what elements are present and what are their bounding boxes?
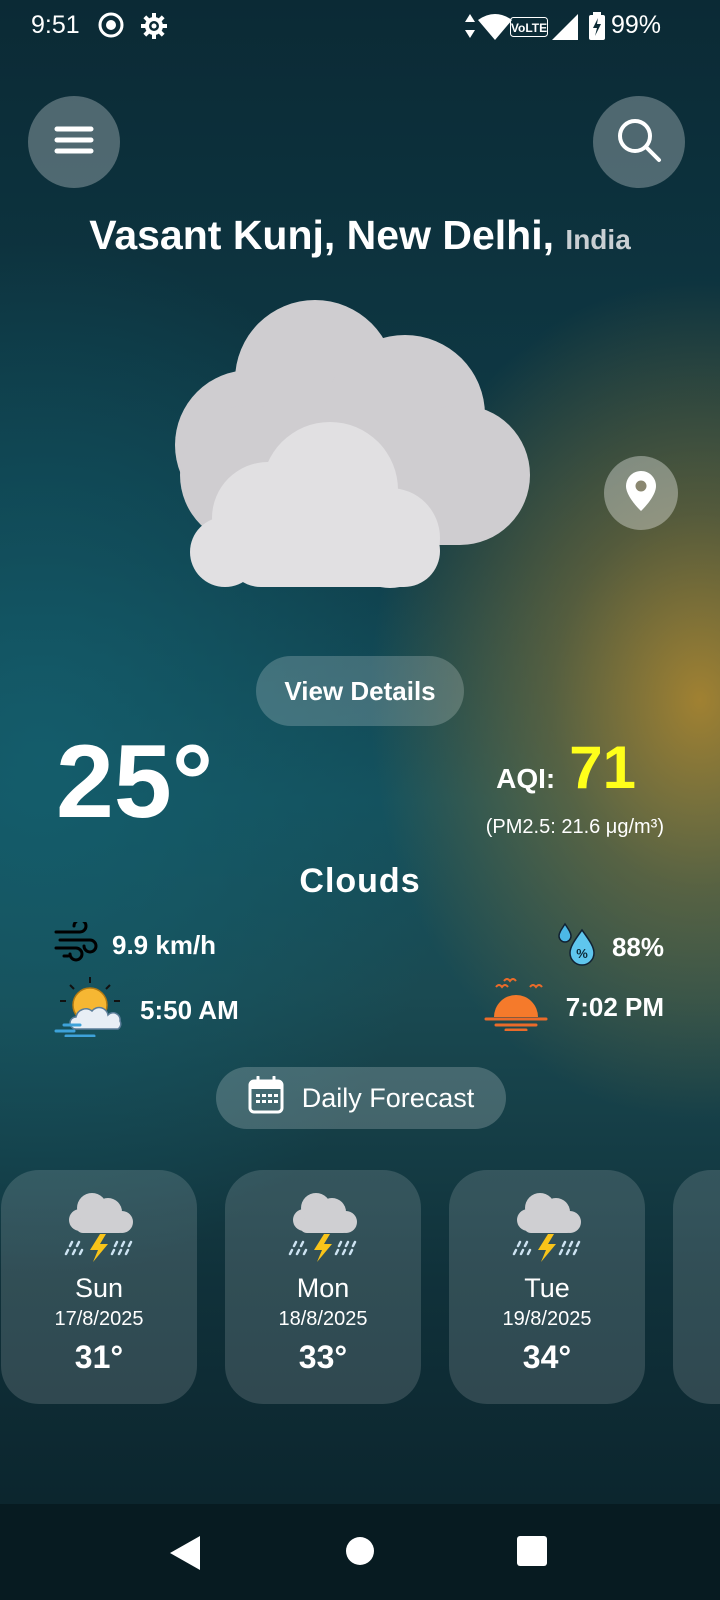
humidity-icon: %	[556, 922, 598, 973]
sunset-time: 7:02 PM	[565, 992, 664, 1022]
location-pin-icon	[626, 470, 656, 516]
forecast-date: 17/8/2025	[54, 1308, 144, 1330]
sunrise-icon	[54, 977, 126, 1044]
forecast-temp: 33°	[298, 1339, 348, 1375]
battery-percentage: 99%	[611, 11, 662, 39]
weather-condition: Clouds	[299, 862, 421, 900]
forecast-card-sun[interactable]: Sun 17/8/2025 31°	[1, 1170, 197, 1404]
sunset-icon	[484, 977, 548, 1038]
system-nav-bar	[0, 1504, 720, 1600]
current-temperature: 25°	[56, 724, 214, 840]
cloud-icon	[170, 290, 550, 605]
data-arrows-icon	[464, 14, 476, 43]
pm25-text: (PM2.5: 21.6 μg/m³)	[485, 816, 664, 838]
wind-speed: 9.9 km/h	[112, 930, 217, 960]
forecast-card-next-partial[interactable]	[673, 1170, 720, 1404]
search-icon	[616, 117, 662, 168]
hamburger-icon	[54, 125, 94, 160]
home-circle-icon[interactable]	[345, 1536, 375, 1571]
wind-icon	[54, 918, 98, 969]
view-details-button[interactable]: View Details	[256, 656, 464, 726]
forecast-day: Sun	[74, 1273, 124, 1303]
location-country: India	[565, 224, 631, 255]
forecast-card-mon[interactable]: Mon 18/8/2025 33°	[225, 1170, 421, 1404]
battery-icon	[589, 12, 605, 45]
location-title: Vasant Kunj, New Delhi, India	[0, 212, 720, 259]
thunderstorm-icon	[286, 1190, 360, 1267]
record-icon	[98, 12, 124, 43]
aqi-label: AQI:	[496, 763, 556, 794]
forecast-day: Tue	[524, 1273, 570, 1303]
status-bar: 9:51 VoLTE 99%	[0, 0, 720, 52]
signal-icon	[552, 14, 578, 45]
humidity-value: 88%	[611, 932, 664, 962]
sunrise-time: 5:50 AM	[140, 995, 239, 1025]
search-button[interactable]	[593, 96, 685, 188]
thunderstorm-icon	[62, 1190, 136, 1267]
status-time: 9:51	[31, 11, 80, 39]
calendar-icon	[248, 1075, 302, 1121]
sunrise-metric: 5:50 AM	[54, 977, 239, 1044]
forecast-date: 19/8/2025	[502, 1308, 592, 1330]
aqi-display: AQI: 71	[496, 738, 636, 798]
daily-forecast-button[interactable]: Daily Forecast	[216, 1067, 506, 1129]
sunset-metric: 7:02 PM	[484, 977, 664, 1038]
forecast-temp: 31°	[74, 1339, 124, 1375]
location-pin-button[interactable]	[604, 456, 678, 530]
svg-text:%: %	[576, 946, 588, 961]
settings-icon	[140, 12, 168, 45]
svg-text:VoLTE: VoLTE	[511, 21, 547, 35]
forecast-day: Mon	[296, 1273, 350, 1303]
wifi-icon	[478, 14, 512, 45]
thunderstorm-icon	[510, 1190, 584, 1267]
daily-forecast-label: Daily Forecast	[301, 1082, 475, 1113]
menu-button[interactable]	[28, 96, 120, 188]
back-triangle-icon[interactable]	[170, 1536, 200, 1575]
aqi-value: 71	[569, 734, 636, 801]
wind-metric: 9.9 km/h	[54, 918, 217, 969]
location-city: Vasant Kunj, New Delhi,	[89, 212, 555, 258]
forecast-date: 18/8/2025	[278, 1308, 368, 1330]
humidity-metric: % 88%	[556, 922, 664, 973]
recents-square-icon[interactable]	[517, 1536, 547, 1571]
forecast-card-tue[interactable]: Tue 19/8/2025 34°	[449, 1170, 645, 1404]
volte-icon: VoLTE	[510, 17, 548, 42]
forecast-temp: 34°	[522, 1339, 572, 1375]
